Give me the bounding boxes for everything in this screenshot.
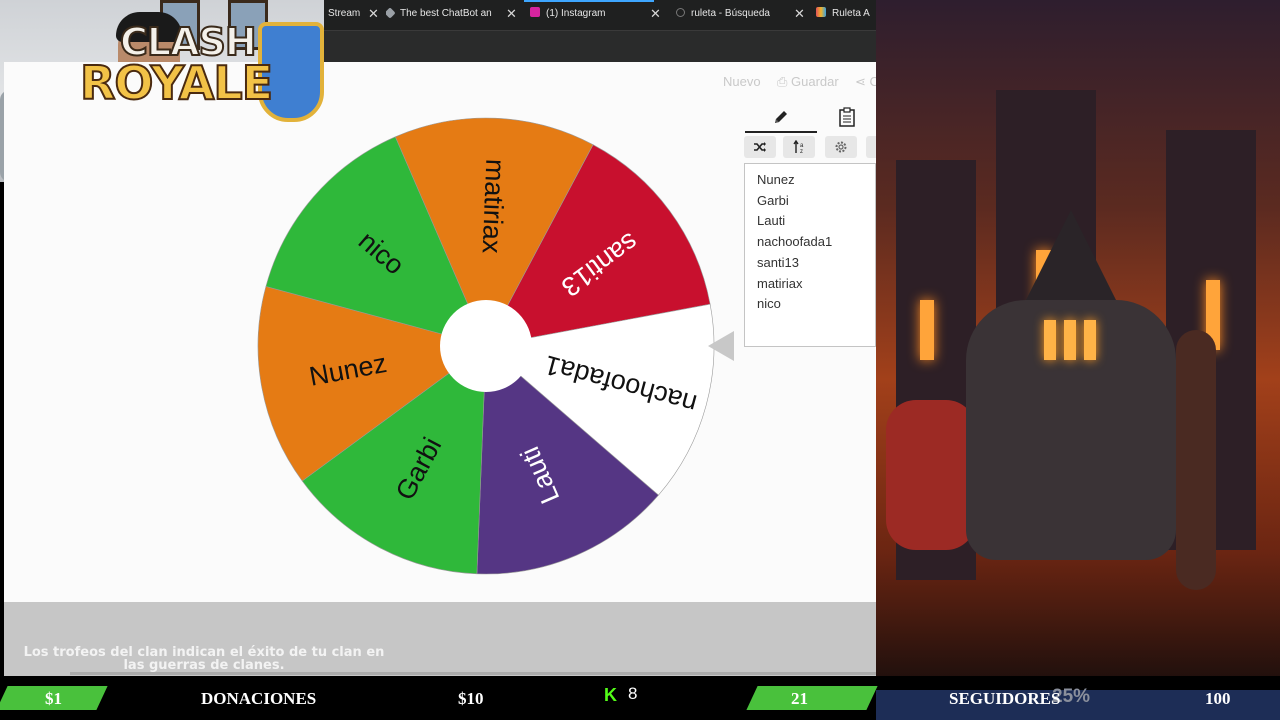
tab-ruleta-app[interactable]: Ruleta A bbox=[816, 0, 876, 28]
robot-hammer bbox=[1176, 330, 1216, 590]
wheel-center-hub[interactable] bbox=[440, 300, 532, 392]
tab-results[interactable] bbox=[818, 104, 876, 131]
followers-label: SEGUIDORES bbox=[949, 689, 1061, 708]
tab-stream[interactable]: Stream ✕ bbox=[328, 0, 382, 28]
roulette-wheel[interactable]: santi13nachoofada1LautiGarbiNuneznico mat… bbox=[254, 114, 724, 584]
tab-label: Stream bbox=[328, 8, 361, 19]
robot-arm bbox=[886, 400, 976, 550]
game-logo-line2: ROYALE bbox=[79, 55, 274, 111]
save-icon: ⎙ bbox=[777, 74, 792, 89]
entry-name: Lauti bbox=[757, 213, 786, 228]
tab-ruleta-busqueda[interactable]: ruleta - Búsqueda ✕ bbox=[676, 0, 808, 28]
robot-eye bbox=[1044, 320, 1056, 360]
shuffle-button[interactable] bbox=[744, 136, 776, 158]
robot-eye bbox=[1084, 320, 1096, 360]
tab-edit-entries[interactable] bbox=[745, 104, 817, 133]
tab-label: The best ChatBot an bbox=[400, 8, 492, 19]
entry-name: Garbi bbox=[757, 193, 789, 208]
pencil-icon bbox=[775, 111, 787, 123]
game-art-panel bbox=[876, 0, 1280, 690]
entry-name: matiriax bbox=[757, 276, 803, 291]
donations-label: DONACIONES bbox=[201, 689, 317, 708]
close-tab-icon[interactable]: ✕ bbox=[794, 0, 805, 27]
wheel-segment-label: matiriax bbox=[477, 158, 511, 254]
close-tab-icon[interactable]: ✕ bbox=[650, 0, 661, 27]
robot-eye bbox=[1064, 320, 1076, 360]
close-tab-icon[interactable]: ✕ bbox=[506, 0, 516, 27]
share-icon: ⋖ bbox=[855, 74, 870, 89]
close-tab-icon[interactable]: ✕ bbox=[368, 0, 379, 27]
sort-icon: a z bbox=[793, 139, 804, 155]
settings-icon bbox=[835, 141, 847, 153]
followers-goal-value: 100 bbox=[1205, 689, 1231, 708]
kick-viewer-count: 8 bbox=[628, 684, 638, 703]
more-tools-button[interactable] bbox=[866, 136, 876, 158]
entries-textarea[interactable]: Nunez Garbi Lauti nachoofada1 santi13 ma… bbox=[744, 163, 876, 347]
followers-progress-pill bbox=[746, 686, 878, 710]
tab-label: (1) Instagram bbox=[546, 8, 606, 19]
guardar-link[interactable]: ⎙ Guardar bbox=[777, 74, 839, 90]
castle-window bbox=[920, 300, 934, 360]
tab-chatbot[interactable]: The best ChatBot an ✕ bbox=[386, 0, 516, 28]
kick-logo-icon: K bbox=[604, 685, 617, 705]
entry-name: nachoofada1 bbox=[757, 234, 833, 249]
chatbot-tab-icon bbox=[386, 7, 396, 19]
entry-name: santi13 bbox=[757, 255, 799, 270]
tab-label: ruleta - Búsqueda bbox=[691, 8, 770, 19]
search-tab-icon bbox=[676, 8, 685, 17]
wheel-pointer bbox=[708, 331, 734, 361]
sort-button[interactable]: a z bbox=[783, 136, 815, 158]
ruleta-tab-icon bbox=[816, 7, 826, 17]
settings-button[interactable] bbox=[825, 136, 857, 158]
browser-tab-bar: Stream ✕ The best ChatBot an ✕ (1) Insta… bbox=[324, 0, 876, 30]
entry-name: nico bbox=[757, 296, 781, 311]
shuffle-icon bbox=[754, 142, 766, 152]
tab-instagram[interactable]: (1) Instagram ✕ bbox=[530, 0, 664, 28]
followers-current-value: 21 bbox=[791, 689, 808, 708]
entry-name: Nunez bbox=[757, 172, 795, 187]
share-link[interactable]: ⋖ C bbox=[855, 74, 876, 90]
tab-label: Ruleta A bbox=[832, 8, 870, 19]
svg-text:z: z bbox=[800, 149, 803, 154]
guardar-label: Guardar bbox=[791, 74, 839, 89]
game-caption: Los trofeos del clan indican el éxito de… bbox=[23, 645, 385, 673]
browser-address-bar[interactable] bbox=[324, 30, 876, 63]
nuevo-link[interactable]: Nuevo bbox=[723, 74, 761, 89]
clipboard-icon bbox=[839, 107, 855, 127]
donation-min-value: $1 bbox=[45, 689, 62, 708]
instagram-tab-icon bbox=[530, 7, 540, 17]
donation-goal-value: $10 bbox=[458, 689, 484, 708]
